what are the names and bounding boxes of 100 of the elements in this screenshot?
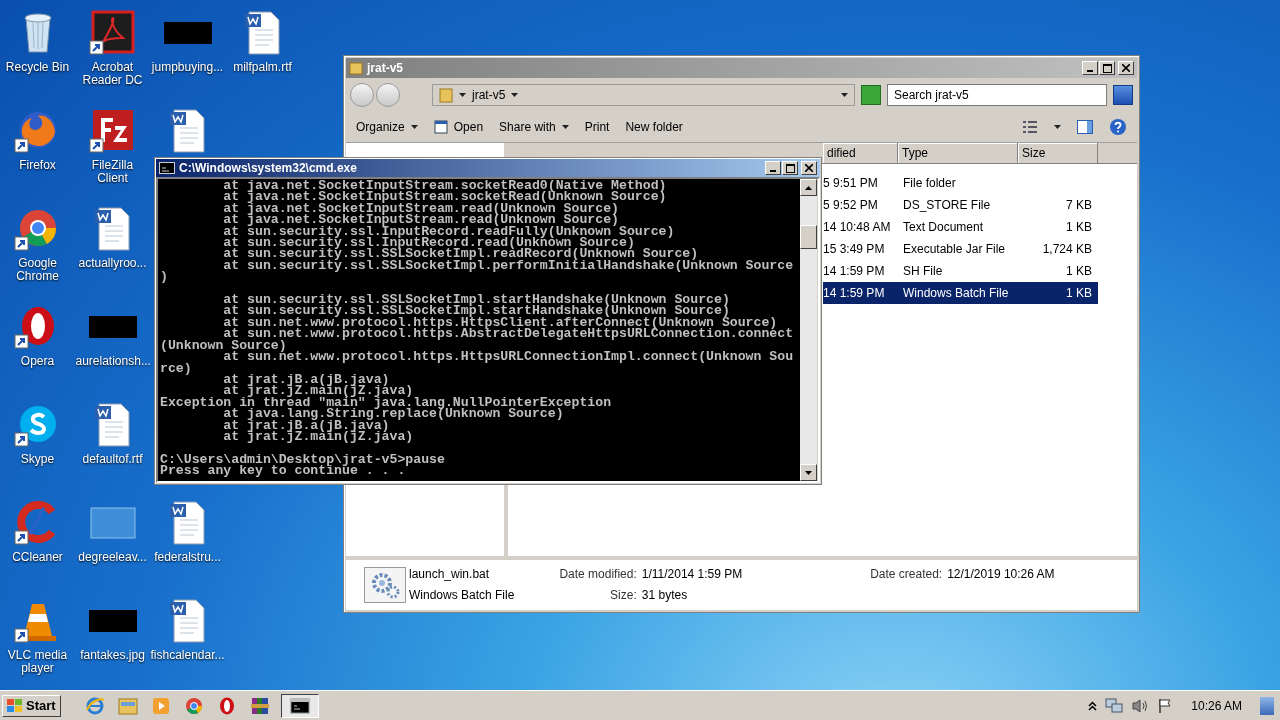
icon-label[interactable]: VLC media player	[0, 649, 75, 675]
caret-icon	[1054, 125, 1061, 129]
scroll-thumb[interactable]	[800, 225, 817, 249]
toolbar-button[interactable]: Organize	[356, 120, 418, 134]
start-icon	[7, 698, 23, 713]
reader-app-icon[interactable]	[88, 8, 137, 56]
icon-label[interactable]: fishcalendar...	[150, 649, 225, 662]
scroll-down-button[interactable]	[800, 464, 817, 481]
caret-icon	[511, 93, 519, 97]
help-icon[interactable]	[1109, 118, 1127, 136]
console-output: at java.net.SocketInputStream.socketRead0(Native Method) at java.net.SocketInputStream.socketRead(Unknown Source) at java.net.SocketInputStream.read(Unknown Source) at java.net.SocketInputStream.read(Unknown Source) at sun.security.ssl.InputRecord.readFully(Unknown Source) at sun.security.ssl.InputRecord.read(Unknown Source) at sun.security.ssl.SSLSocketImpl.readRecord(Unknown Source) at sun.security.ssl.SSLSocketImpl.performInitialHandshake(Unknown Source ) at sun.security.ssl.SSLSocketImpl.startHandshake(Unknown Source) at sun.security.ssl.SSLSocketImpl.startHandshake(Unknown Source) at sun.net.www.protocol.https.HttpsClient.afterConnect(Unknown Source) at sun.net.www.protocol.https.AbstractDelegateHttpsURLConnection.connect (Unknown Source) at sun.net.www.protocol.https.HttpsURLConnectionImpl.connect(Unknown Sou rce) at jrat.jB.a(jB.java) at jrat.jZ.main(jZ.java) Exception in thread "main" java.lang.NullPointerException at java.lang.String.replace(Unknown Source) at jrat.jB.a(jB.java) at jrat.jZ.main(jZ.java) C:\Users\admin\Desktop\jrat-v5>pause Press any key to continue . . .	[158, 179, 800, 481]
table-cell-text: 1 KB	[1065, 286, 1093, 300]
icon-label[interactable]: degreeleav...	[75, 551, 150, 564]
icon-label[interactable]: milfpalm.rtf	[225, 61, 300, 74]
table-cell-text: 1 KB	[1065, 220, 1093, 234]
window-icon	[433, 120, 448, 134]
console-icon	[159, 162, 175, 174]
icon-label[interactable]: fantakes.jpg	[75, 649, 150, 662]
breadcrumb-item[interactable]: jrat-v5	[472, 88, 506, 102]
icon-label[interactable]: defaultof.rtf	[75, 453, 150, 466]
table-cell-text: 1 KB	[1065, 264, 1093, 278]
window-title: jrat-v5	[367, 61, 405, 75]
play-icon	[150, 695, 171, 716]
folder-icon	[117, 695, 138, 716]
table-cell-text: 7 KB	[1065, 198, 1093, 212]
table-cell-text: File folder	[902, 176, 957, 190]
search-button[interactable]	[1113, 85, 1133, 105]
icon-label[interactable]: aurelationsh...	[75, 355, 150, 368]
scroll-up-button[interactable]	[800, 179, 817, 196]
taskbar-button[interactable]	[280, 693, 319, 718]
close-icon	[1122, 64, 1130, 72]
file-row[interactable]: 5 9:51 PM File folder	[823, 172, 1098, 194]
field-label: Date created:	[869, 567, 943, 583]
caret-icon	[561, 125, 569, 129]
close-button[interactable]	[801, 161, 817, 175]
file-name: launch_win.bat	[409, 567, 491, 583]
column-header[interactable]: dified	[823, 143, 898, 163]
table-cell-text: DS_STORE File	[902, 198, 992, 212]
icon-label[interactable]: Recycle Bin	[0, 61, 75, 74]
network-icon[interactable]	[1105, 697, 1124, 714]
start-button[interactable]: Start	[2, 694, 61, 717]
icon-label[interactable]: Google Chrome	[0, 257, 75, 283]
toolbar-button[interactable]: New folder	[625, 120, 683, 134]
chevron-up-icon[interactable]	[1088, 700, 1098, 711]
up-arrow-icon	[805, 185, 812, 190]
search-field[interactable]: Search jrat-v5	[887, 84, 1107, 106]
table-cell-text: Windows Batch File	[902, 286, 1010, 300]
volume-icon[interactable]	[1131, 697, 1150, 714]
file-row[interactable]: 14 1:59 PM Windows Batch File 1 KB	[823, 282, 1098, 304]
minimize-button[interactable]	[1082, 61, 1098, 75]
icon-label[interactable]: CCleaner	[0, 551, 75, 564]
icon-label[interactable]: Opera	[0, 355, 75, 368]
console-icon	[289, 695, 310, 716]
clock[interactable]: 10:26 AM	[1191, 698, 1242, 713]
show-desktop-button[interactable]	[1260, 696, 1274, 715]
file-row[interactable]: 15 3:49 PM Executable Jar File 1,724 KB	[823, 238, 1098, 260]
toolbar-button[interactable]: Print	[584, 120, 610, 134]
field-value: 12/1/2019 10:26 AM	[947, 567, 1056, 583]
caret-icon	[459, 93, 466, 97]
toolbar-button[interactable]: Open	[433, 120, 484, 134]
table-cell-text: 5 9:51 PM	[823, 176, 879, 190]
scrollbar[interactable]	[800, 179, 817, 481]
file-type: Windows Batch File	[409, 587, 514, 603]
table-cell-text: 14 1:59 PM	[823, 286, 886, 300]
file-row[interactable]: 14 10:48 AM Text Document 1 KB	[823, 216, 1098, 238]
icon-label[interactable]: FileZilla Client	[75, 159, 150, 185]
table-cell-text: Executable Jar File	[902, 242, 1007, 256]
icon-label[interactable]: Skype	[0, 453, 75, 466]
folder-icon	[349, 61, 363, 75]
close-icon	[805, 164, 813, 172]
icon-label[interactable]: federalstru...	[150, 551, 225, 564]
preview-pane-icon[interactable]	[1077, 120, 1093, 134]
table-cell-text: 1,724 KB	[1041, 242, 1093, 256]
field-value: 31 bytes	[641, 587, 689, 603]
table-cell-text: 15 3:49 PM	[823, 242, 886, 256]
caret-icon	[410, 125, 418, 129]
table-cell-text: Text Document	[902, 220, 985, 234]
table-cell-text: SH File	[902, 264, 944, 278]
column-header[interactable]: Size	[1018, 143, 1098, 163]
minimize-button[interactable]	[765, 161, 781, 175]
field-value: 1/11/2014 1:59 PM	[641, 567, 744, 583]
archive-icon	[249, 695, 270, 716]
browser-icon	[84, 695, 105, 716]
dropdown-icon	[841, 93, 848, 97]
icon-label[interactable]: actuallyroo...	[75, 257, 150, 270]
column-header[interactable]: Type	[898, 143, 1018, 163]
maximize-button[interactable]	[1099, 61, 1115, 75]
table-cell-text: 14 1:59 PM	[823, 264, 886, 278]
file-row[interactable]: 14 1:59 PM SH File 1 KB	[823, 260, 1098, 282]
icon-label[interactable]: Firefox	[0, 159, 75, 172]
file-row[interactable]: 5 9:52 PM DS_STORE File 7 KB	[823, 194, 1098, 216]
folder-icon	[439, 87, 453, 103]
icon-label[interactable]: jumpbuying...	[150, 61, 225, 74]
address-bar[interactable]: jrat-v5	[432, 84, 855, 106]
flag-icon[interactable]	[1157, 697, 1174, 714]
maximize-button[interactable]	[782, 161, 798, 175]
toolbar-button[interactable]: Share with	[499, 120, 569, 134]
view-icon[interactable]	[1022, 120, 1038, 134]
close-button[interactable]	[1118, 61, 1134, 75]
icon-label[interactable]: Acrobat Reader DC	[75, 61, 150, 87]
